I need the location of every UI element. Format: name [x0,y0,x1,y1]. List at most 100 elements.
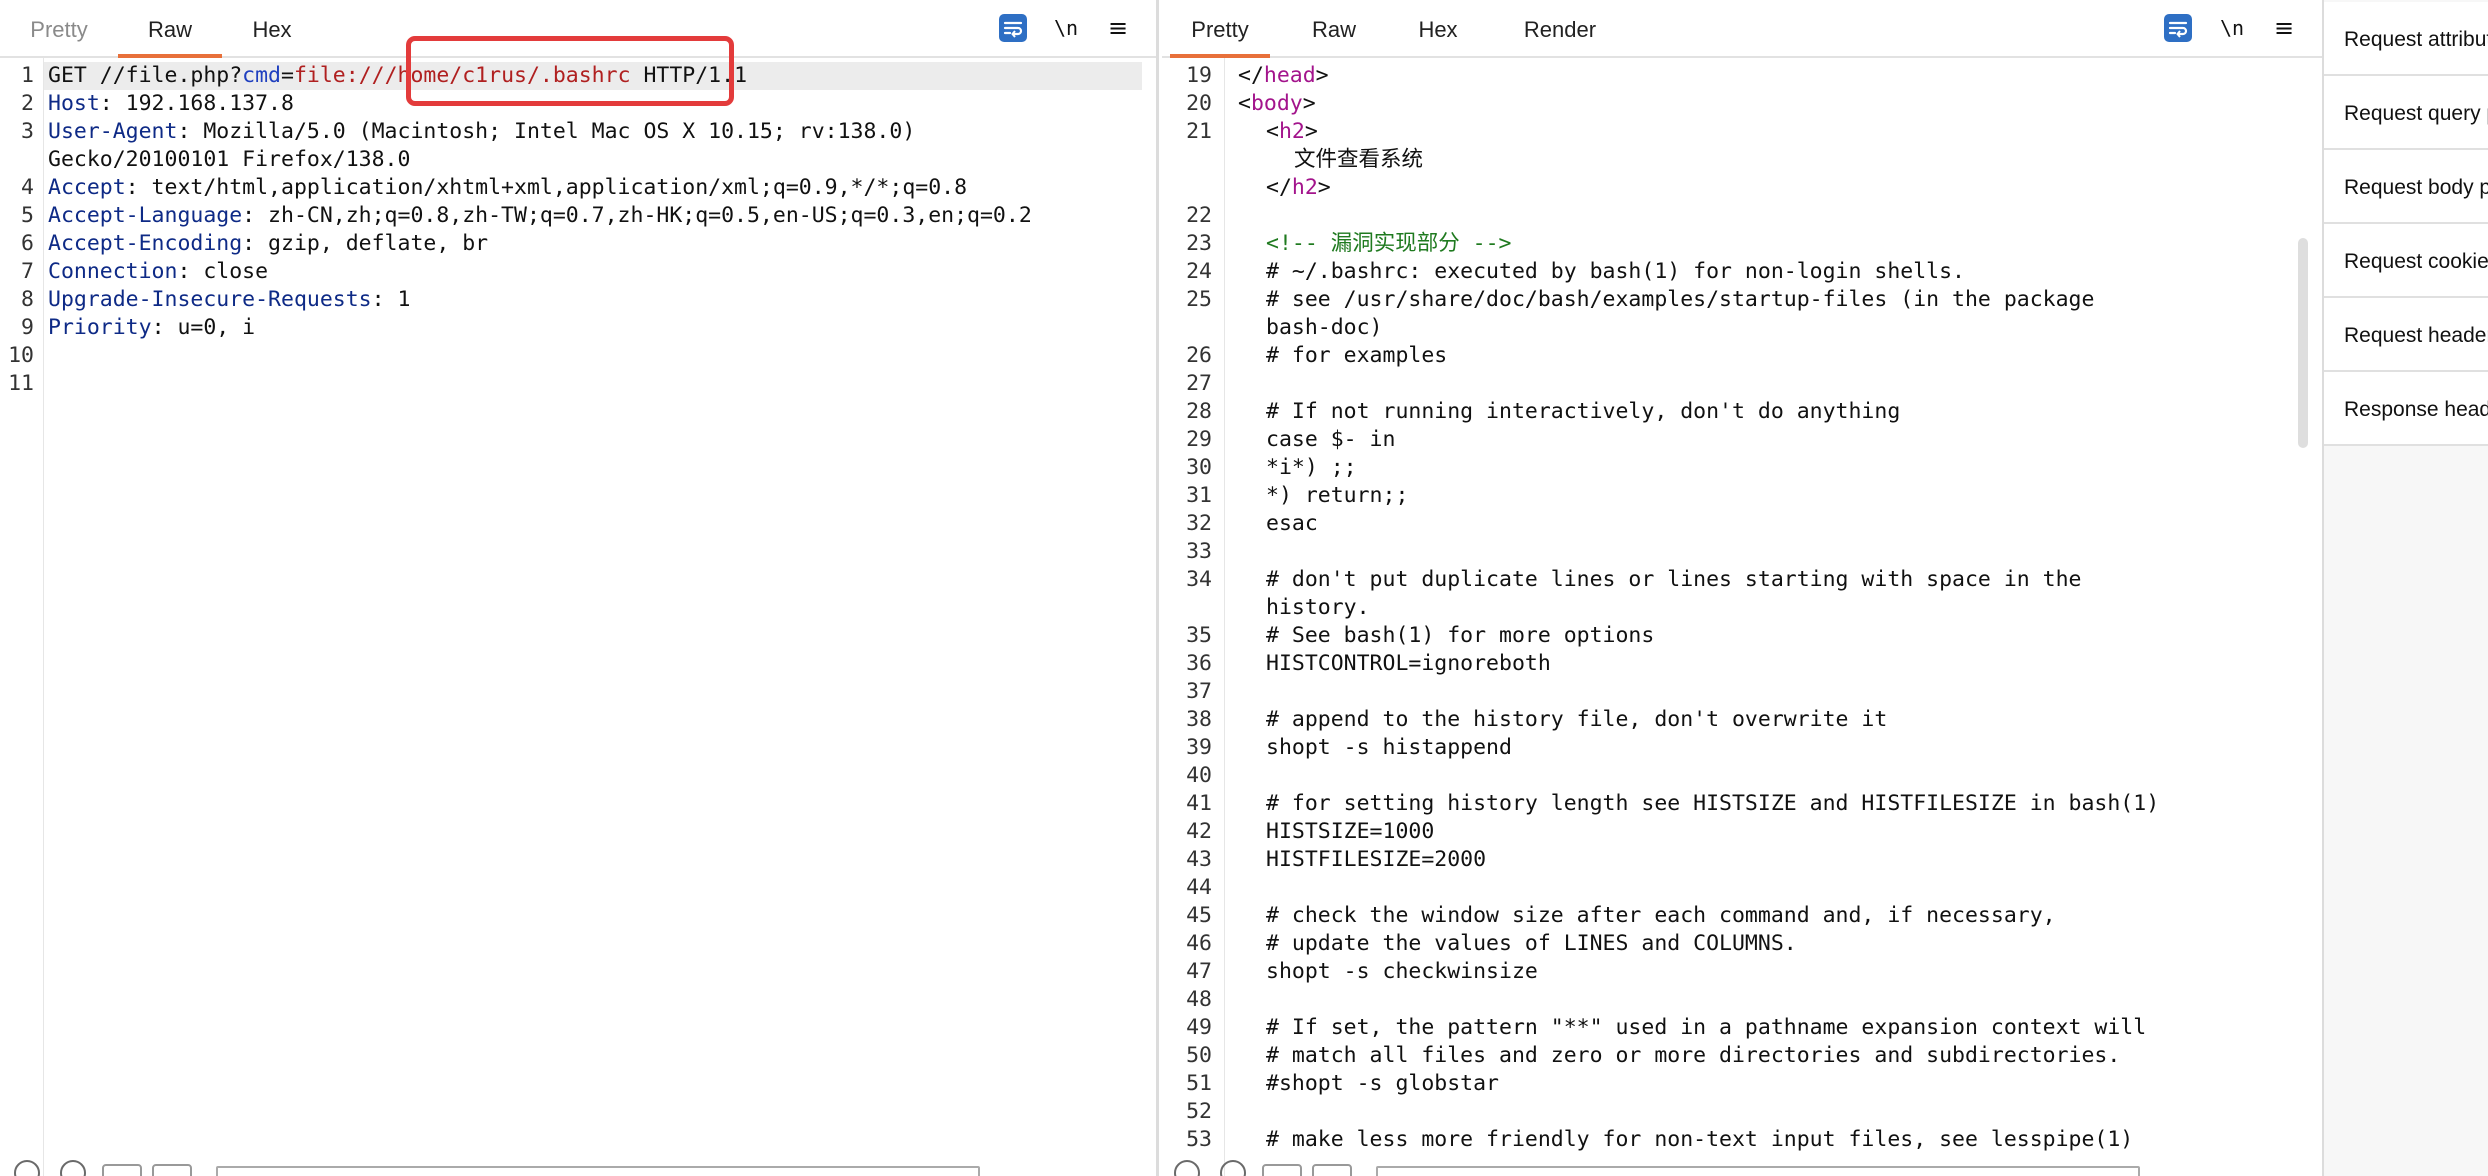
response-editor[interactable]: 19 </head> 20 <body> 21 <h2> 文件查看系统 </h2> 22 23 <!… [1162,58,2322,1176]
word-wrap-toggle[interactable] [2164,14,2192,42]
code-token: Accept [48,175,126,200]
code-text: history. [1266,594,1370,622]
search-prev-button[interactable] [1262,1164,1302,1176]
menu-button[interactable]: ≡ [1104,14,1132,42]
line-number: 38 [1186,707,1212,732]
code-text: Upgrade-Insecure-Requests: 1 [48,286,410,314]
code-text: #shopt -s globstar [1266,1070,1499,1098]
search-input[interactable] [216,1166,980,1176]
line-number [0,146,34,174]
line-number: 20 [1186,91,1212,116]
code-text: # see /usr/share/doc/bash/examples/start… [1266,286,2094,314]
line-number: 30 [1186,455,1212,480]
line-number: 31 [1186,483,1212,508]
tab-raw[interactable]: Raw [118,0,222,58]
code-token: HISTCONTROL=ignoreboth [1266,651,1551,676]
line-number: 25 [1186,287,1212,312]
inspector-request-attributes[interactable]: Request attributes [2324,2,2488,76]
code-token: cmd [242,63,282,88]
code-token: Priority [48,315,152,340]
code-token: # don't put duplicate lines or lines sta… [1266,567,2082,592]
line-number: 51 [1186,1071,1212,1096]
code-text: # match all files and zero or more direc… [1266,1042,2120,1070]
newline-toggle[interactable]: \n [2218,14,2246,42]
search-prev-button[interactable] [102,1164,142,1176]
code-token: : 192.168.137.8 [99,91,294,116]
inspector-response-headers[interactable]: Response headers [2324,372,2488,446]
tab-raw[interactable]: Raw [1298,0,1370,54]
line-number: 34 [1186,567,1212,592]
word-wrap-toggle[interactable] [999,14,1027,42]
code-token: > [1302,91,1316,116]
code-token: esac [1266,511,1318,536]
code-token: Connection [48,259,178,284]
code-token: # for setting history length see HISTSIZ… [1266,791,2160,816]
inspector-item-label: Request attributes [2344,28,2488,51]
search-next-button[interactable] [1312,1164,1352,1176]
line-number: 53 [1186,1127,1212,1152]
code-text: 文件查看系统 [1294,146,1423,174]
line-number: 7 [21,259,34,284]
code-text: HISTSIZE=1000 [1266,818,1434,846]
code-token: </ [1266,175,1292,200]
tab-hex[interactable]: Hex [232,0,312,54]
code-token: # If not running interactively, don't do… [1266,399,1901,424]
search-input[interactable] [1376,1166,2140,1176]
newline-toggle[interactable]: \n [1052,14,1080,42]
tab-pretty[interactable]: Pretty [14,0,104,54]
code-token: : close [177,259,269,284]
inspector-request-headers[interactable]: Request headers [2324,298,2488,372]
request-editor[interactable]: 1 GET //file.php?cmd=file:///home/c1rus/.… [0,58,1156,1176]
line-number: 36 [1186,651,1212,676]
line-number: 40 [1186,763,1212,788]
code-text: Connection: close [48,258,268,286]
line-number: 50 [1186,1043,1212,1068]
inspector-request-body-parameters[interactable]: Request body parameters [2324,150,2488,224]
code-token: : 1 [371,287,411,312]
line-number: 37 [1186,679,1212,704]
line-number: 6 [21,231,34,256]
tab-pretty[interactable]: Pretty [1170,0,1270,58]
line-number: 48 [1186,987,1212,1012]
code-token: : u=0, i [151,315,256,340]
line-number: 2 [21,91,34,116]
code-text: # for examples [1266,342,1447,370]
code-text: # don't put duplicate lines or lines sta… [1266,566,2081,594]
tab-render[interactable]: Render [1508,0,1612,54]
line-number: 8 [21,287,34,312]
line-number: 11 [8,371,34,396]
inspector-pane: Request attributes Request query paramet… [2324,0,2488,1176]
line-number: 4 [21,175,34,200]
line-number: 41 [1186,791,1212,816]
code-token: h2 [1278,119,1305,144]
inspector-request-query-parameters[interactable]: Request query parameters [2324,76,2488,150]
vertical-scrollbar[interactable] [2298,238,2308,448]
line-number: 1 [21,63,34,88]
code-token: : gzip, deflate, br [242,231,489,256]
code-token: = [281,63,294,88]
code-text: HISTCONTROL=ignoreboth [1266,650,1551,678]
line-number: 24 [1186,259,1212,284]
line-number: 35 [1186,623,1212,648]
code-text: # for setting history length see HISTSIZ… [1266,790,2159,818]
code-token: 文件查看系统 [1294,147,1424,172]
code-text: <body> [1238,90,1316,118]
code-token: User-Agent [48,119,178,144]
code-token: case $- in [1266,427,1396,452]
inspector-item-label: Response headers [2344,398,2488,421]
line-number: 43 [1186,847,1212,872]
code-text: </h2> [1266,174,1331,202]
code-token: h2 [1291,175,1318,200]
code-token: shopt -s histappend [1266,735,1512,760]
code-token: : text/html,application/xhtml+xml,applic… [125,175,968,200]
code-text: # make less more friendly for non-text i… [1266,1126,2133,1154]
line-number [1162,174,1212,202]
menu-button[interactable]: ≡ [2270,14,2298,42]
search-next-button[interactable] [152,1164,192,1176]
line-number: 28 [1186,399,1212,424]
code-token: # ~/.bashrc: executed by bash(1) for non… [1266,259,1965,284]
tab-hex[interactable]: Hex [1406,0,1470,54]
inspector-request-cookies[interactable]: Request cookies [2324,224,2488,298]
